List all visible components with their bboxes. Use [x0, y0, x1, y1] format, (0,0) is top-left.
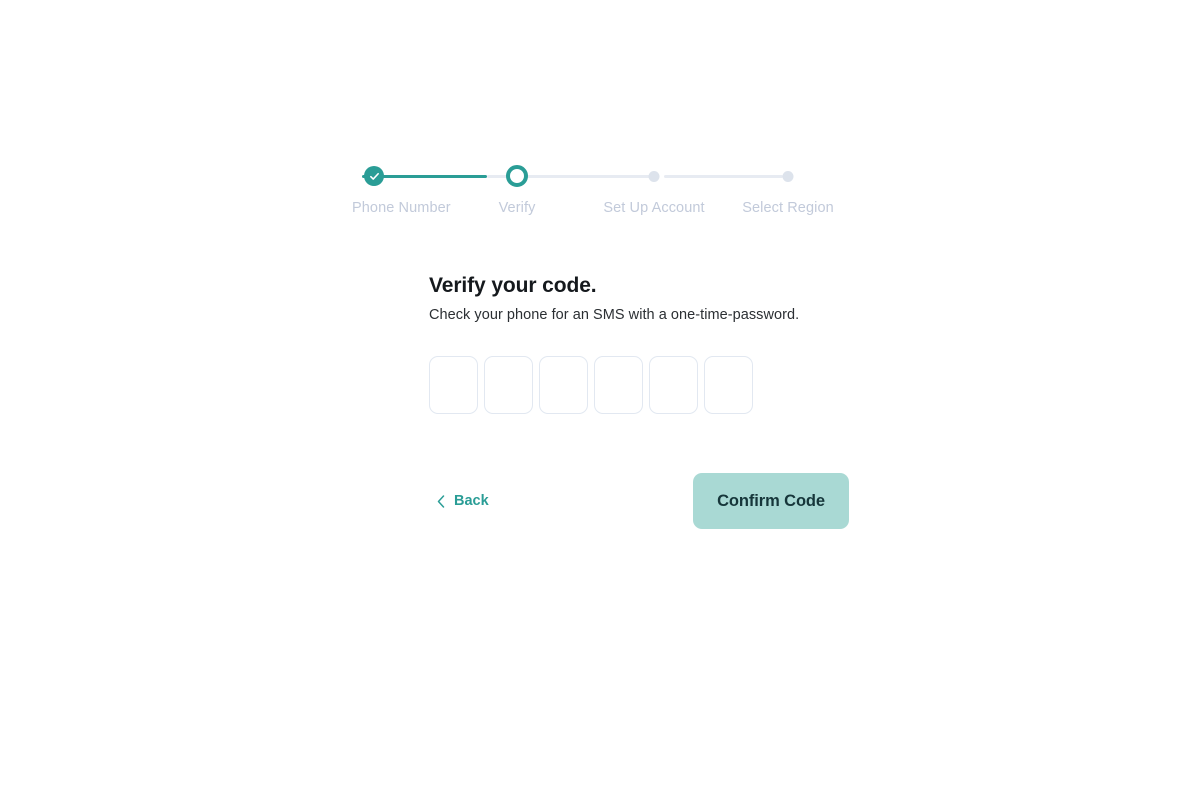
stepper-label-phone-number: Phone Number [352, 200, 451, 216]
otp-input-group [429, 356, 849, 414]
verify-code-form: Verify your code. Check your phone for a… [429, 274, 849, 529]
progress-stepper: Phone Number Verify Set Up Account Selec… [352, 162, 838, 222]
form-actions: Back Confirm Code [429, 473, 849, 529]
otp-digit-1[interactable] [429, 356, 478, 414]
otp-digit-6[interactable] [704, 356, 753, 414]
stepper-step-verify[interactable] [506, 162, 528, 190]
otp-digit-2[interactable] [484, 356, 533, 414]
stepper-step-set-up-account[interactable] [648, 162, 660, 190]
form-subtitle: Check your phone for an SMS with a one-t… [429, 307, 800, 323]
page-title: Verify your code. [429, 274, 597, 297]
confirm-code-button[interactable]: Confirm Code [693, 473, 849, 529]
otp-digit-5[interactable] [649, 356, 698, 414]
stepper-label-select-region: Select Region [742, 200, 834, 216]
stepper-connector-3 [664, 175, 783, 178]
stepper-step-phone-number[interactable] [364, 162, 384, 190]
otp-digit-3[interactable] [539, 356, 588, 414]
stepper-labels: Phone Number Verify Set Up Account Selec… [352, 200, 838, 222]
ring-icon [506, 165, 528, 187]
stepper-track [352, 162, 838, 190]
stepper-label-verify: Verify [498, 200, 536, 216]
dot-icon [782, 170, 794, 182]
chevron-left-icon [437, 494, 445, 508]
dot-icon [648, 170, 660, 182]
stepper-step-select-region[interactable] [782, 162, 794, 190]
otp-digit-4[interactable] [594, 356, 643, 414]
check-icon [364, 166, 384, 186]
back-button[interactable]: Back [433, 487, 493, 515]
stepper-label-set-up-account: Set Up Account [603, 200, 705, 216]
back-button-label: Back [454, 493, 489, 509]
